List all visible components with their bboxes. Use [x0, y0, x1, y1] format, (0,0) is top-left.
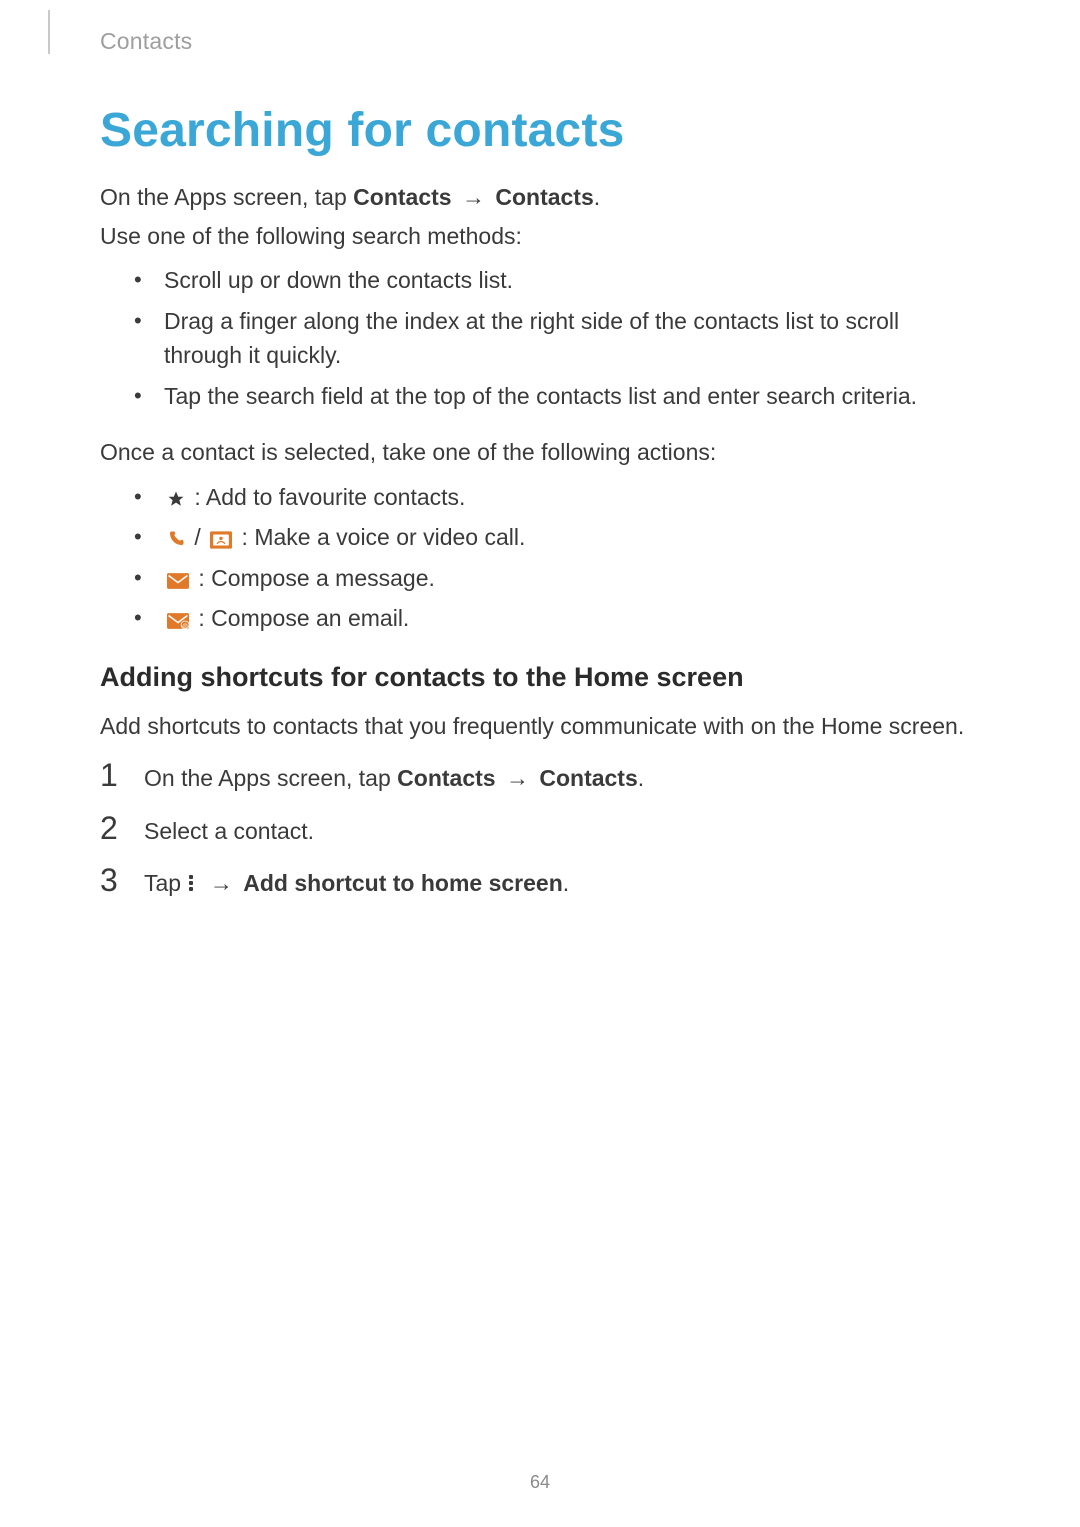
- text: /: [188, 524, 207, 550]
- list-item: Drag a finger along the index at the rig…: [134, 304, 980, 373]
- step-number: 3: [100, 862, 124, 899]
- contacts-tab-label: Contacts: [539, 765, 637, 791]
- text: : Add to favourite contacts.: [188, 484, 465, 510]
- step-body: Select a contact.: [144, 814, 314, 849]
- page-number: 64: [0, 1472, 1080, 1493]
- steps-list: 1 On the Apps screen, tap Contacts → Con…: [100, 757, 980, 901]
- contacts-app-label: Contacts: [397, 765, 495, 791]
- page: Contacts Searching for contacts On the A…: [0, 0, 1080, 1527]
- text: Tap: [144, 870, 187, 896]
- search-methods-list: Scroll up or down the contacts list. Dra…: [100, 263, 980, 413]
- step-body: Tap → Add shortcut to home screen.: [144, 866, 569, 901]
- text: On the Apps screen, tap: [100, 184, 353, 210]
- video-call-icon: [210, 524, 232, 542]
- subsection-heading: Adding shortcuts for contacts to the Hom…: [100, 662, 980, 693]
- list-item: Scroll up or down the contacts list.: [134, 263, 980, 298]
- text: : Compose a message.: [192, 565, 435, 591]
- step-number: 1: [100, 757, 124, 794]
- text: On the Apps screen, tap: [144, 765, 397, 791]
- list-item-call: / : Make a voice or video call.: [134, 520, 980, 555]
- list-item-email: @ : Compose an email.: [134, 601, 980, 636]
- text: : Compose an email.: [192, 605, 409, 631]
- contacts-tab-label: Contacts: [495, 184, 593, 210]
- after-methods: Once a contact is selected, take one of …: [100, 435, 980, 470]
- contacts-app-label: Contacts: [353, 184, 451, 210]
- step-1: 1 On the Apps screen, tap Contacts → Con…: [100, 757, 980, 796]
- header-cut-mark: [36, 10, 50, 54]
- email-icon: @: [167, 605, 189, 623]
- more-options-icon: [189, 873, 195, 893]
- star-icon: [167, 483, 185, 501]
- step-body: On the Apps screen, tap Contacts → Conta…: [144, 761, 644, 796]
- subsection-body: Add shortcuts to contacts that you frequ…: [100, 709, 980, 744]
- intro-line-1: On the Apps screen, tap Contacts → Conta…: [100, 180, 980, 215]
- actions-list: : Add to favourite contacts. / : Make a …: [100, 480, 980, 636]
- list-item-message: : Compose a message.: [134, 561, 980, 596]
- list-item-favourite: : Add to favourite contacts.: [134, 480, 980, 515]
- breadcrumb: Contacts: [100, 28, 980, 55]
- intro-line-2: Use one of the following search methods:: [100, 219, 980, 254]
- message-icon: [167, 565, 189, 583]
- phone-icon: [167, 523, 185, 541]
- list-item: Tap the search field at the top of the c…: [134, 379, 980, 414]
- text: .: [638, 765, 644, 791]
- arrow-icon: →: [506, 765, 529, 791]
- arrow-icon: →: [210, 870, 233, 896]
- step-2: 2 Select a contact.: [100, 810, 980, 849]
- text: .: [563, 870, 569, 896]
- text: .: [594, 184, 600, 210]
- arrow-icon: →: [462, 184, 485, 210]
- page-title: Searching for contacts: [100, 103, 980, 158]
- step-3: 3 Tap → Add shortcut to home screen.: [100, 862, 980, 901]
- step-number: 2: [100, 810, 124, 847]
- svg-text:@: @: [182, 623, 188, 629]
- text: : Make a voice or video call.: [235, 524, 525, 550]
- add-shortcut-label: Add shortcut to home screen: [243, 870, 562, 896]
